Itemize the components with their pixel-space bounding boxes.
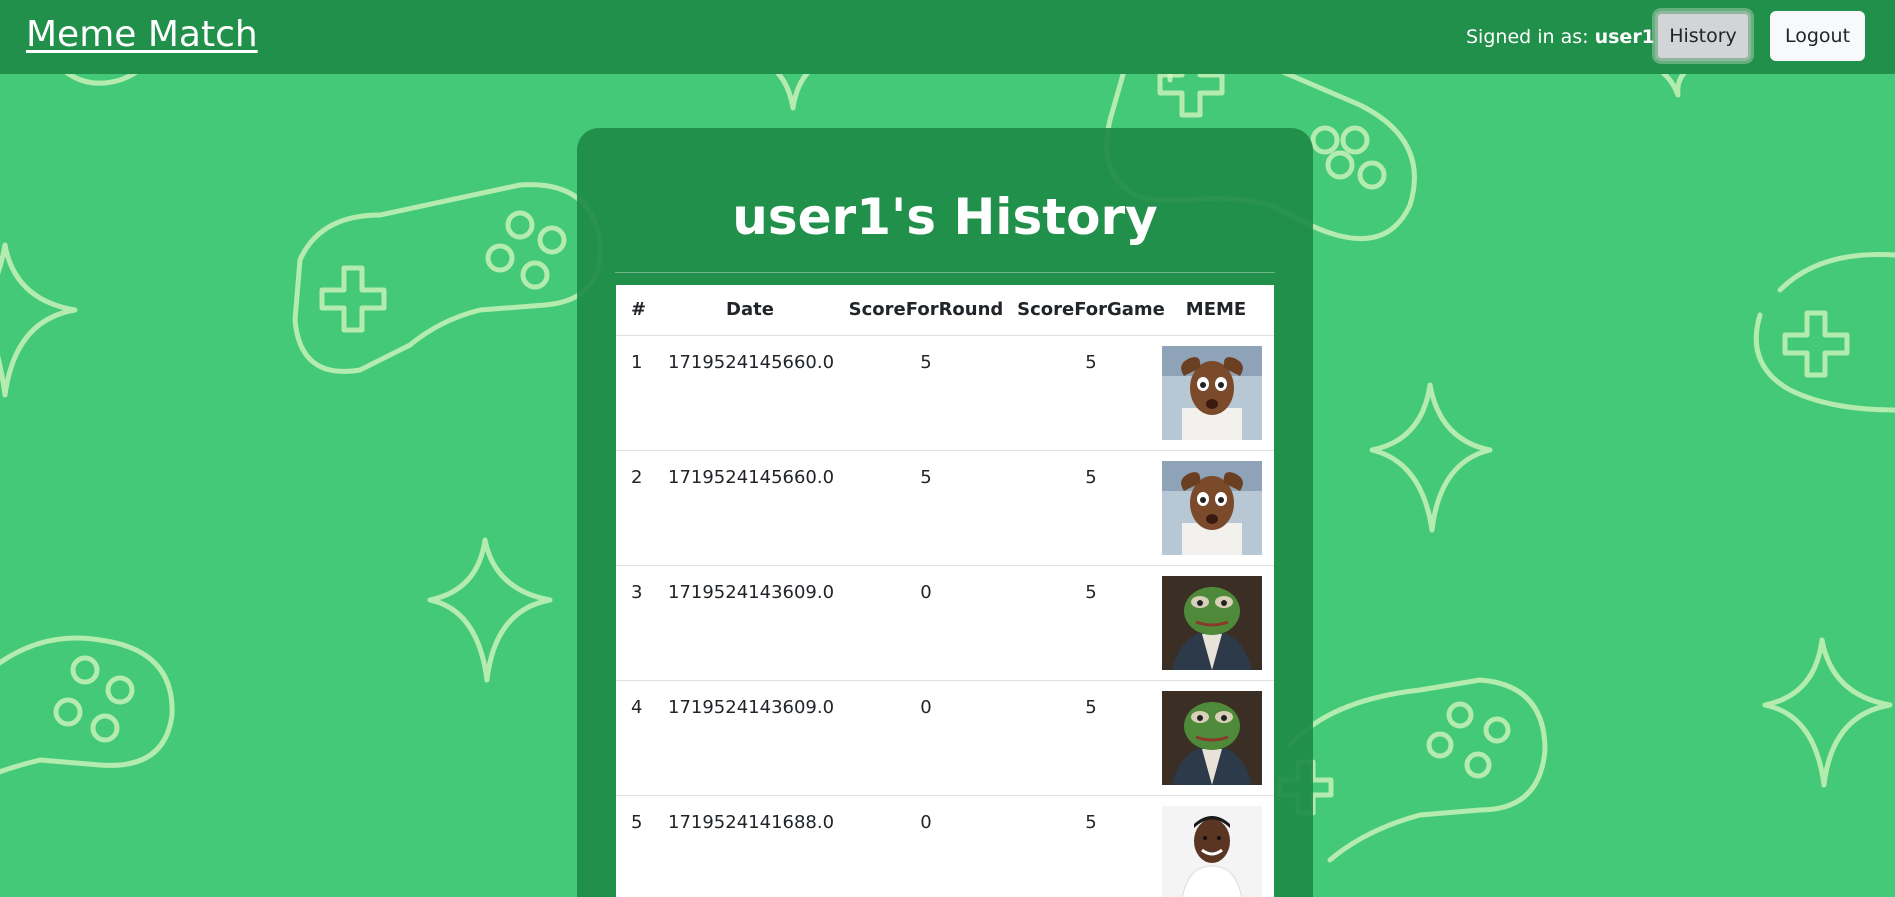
header-number: #: [631, 299, 647, 320]
row-number: 5: [631, 812, 643, 833]
header-score-for-game: ScoreForGame: [1017, 299, 1165, 320]
table-row: 3 1719524143609.0 0 5: [616, 566, 1274, 681]
history-button[interactable]: History: [1655, 11, 1751, 61]
row-number: 4: [631, 697, 643, 718]
brand-link[interactable]: Meme Match: [26, 14, 258, 55]
row-score-for-game: 5: [1085, 812, 1097, 833]
row-date: 1719524141688.0: [668, 812, 835, 833]
page-title: user1's History: [732, 188, 1158, 246]
title-divider: [615, 272, 1275, 273]
row-score-for-round: 0: [920, 697, 932, 718]
table-header-row: # Date ScoreForRound ScoreForGame MEME: [616, 285, 1274, 336]
signed-in-label: Signed in as: user1: [1466, 26, 1655, 48]
top-navbar: Meme Match Signed in as: user1 History L…: [0, 0, 1895, 74]
pepe-frog-meme-image: [1162, 576, 1262, 670]
table-row: 5 1719524141688.0 0 5: [616, 796, 1274, 897]
row-score-for-game: 5: [1085, 467, 1097, 488]
row-score-for-game: 5: [1085, 697, 1097, 718]
table-row: 2 1719524145660.0 5 5: [616, 451, 1274, 566]
shocked-man-meme-image: [1162, 461, 1262, 555]
history-table: # Date ScoreForRound ScoreForGame MEME 1…: [616, 285, 1274, 897]
table-row: 1 1719524145660.0 5 5: [616, 336, 1274, 451]
row-date: 1719524145660.0: [668, 352, 835, 373]
header-meme: MEME: [1185, 299, 1247, 320]
row-score-for-round: 5: [920, 467, 932, 488]
row-date: 1719524143609.0: [668, 582, 835, 603]
row-score-for-round: 5: [920, 352, 932, 373]
confused-nick-young-meme-image: [1162, 806, 1262, 897]
header-date: Date: [726, 299, 774, 320]
table-row: 4 1719524143609.0 0 5: [616, 681, 1274, 796]
header-score-for-round: ScoreForRound: [848, 299, 1004, 320]
row-date: 1719524145660.0: [668, 467, 835, 488]
signed-in-prefix: Signed in as:: [1466, 26, 1589, 48]
row-number: 2: [631, 467, 643, 488]
row-score-for-game: 5: [1085, 352, 1097, 373]
row-score-for-game: 5: [1085, 582, 1097, 603]
row-number: 3: [631, 582, 643, 603]
row-score-for-round: 0: [920, 582, 932, 603]
row-score-for-round: 0: [920, 812, 932, 833]
history-panel: user1's History # Date ScoreForRound Sco…: [577, 128, 1313, 897]
pepe-frog-meme-image: [1162, 691, 1262, 785]
logout-button[interactable]: Logout: [1770, 11, 1865, 61]
shocked-man-meme-image: [1162, 346, 1262, 440]
row-date: 1719524143609.0: [668, 697, 835, 718]
signed-in-username: user1: [1594, 26, 1655, 48]
row-number: 1: [631, 352, 643, 373]
